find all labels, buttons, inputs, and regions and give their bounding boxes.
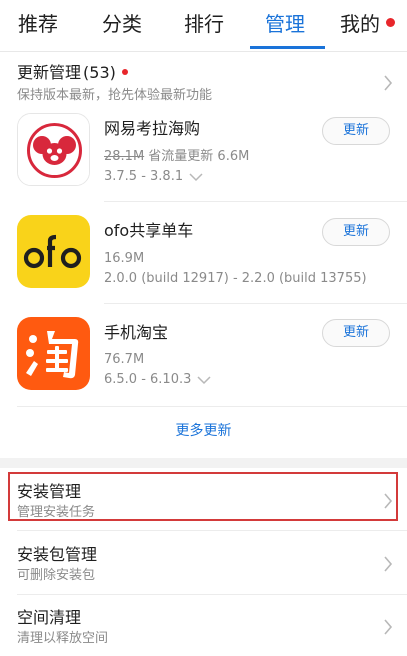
tab-ranking[interactable]: 排行: [184, 8, 224, 40]
update-button[interactable]: 更新: [322, 319, 390, 347]
row-divider: [104, 303, 407, 304]
update-count: (53): [83, 63, 116, 82]
tabbar-divider: [0, 51, 407, 52]
tab-category[interactable]: 分类: [102, 8, 142, 40]
highlight-box: [8, 472, 398, 521]
tab-recommend[interactable]: 推荐: [18, 8, 58, 40]
update-management-label: 更新管理: [17, 63, 82, 82]
package-management-title: 安装包管理: [17, 545, 98, 564]
space-cleanup-title: 空间清理: [17, 608, 82, 627]
chevron-down-icon: [189, 172, 203, 182]
chevron-right-icon: [383, 619, 393, 635]
koala-icon: [17, 113, 90, 186]
app-version[interactable]: 6.5.0 - 6.10.3: [104, 371, 211, 389]
app-size-old: 28.1M: [104, 149, 145, 164]
app-name: ofo共享单车: [104, 221, 194, 240]
ofo-icon: [17, 215, 90, 288]
taobao-icon: [17, 317, 90, 390]
section-gap: [0, 458, 407, 468]
top-tab-bar: 推荐 分类 排行 管理 我的: [0, 0, 407, 52]
space-cleanup-item[interactable]: 空间清理 清理以释放空间: [0, 598, 407, 656]
update-button[interactable]: 更新: [322, 218, 390, 246]
active-tab-indicator: [250, 46, 325, 49]
app-version-text: 3.7.5 - 3.8.1: [104, 169, 184, 184]
update-badge-dot: [122, 69, 128, 75]
space-cleanup-subtitle: 清理以释放空间: [17, 631, 109, 646]
tab-manage[interactable]: 管理: [265, 8, 305, 40]
app-size: 28.1M 省流量更新 6.6M: [104, 148, 249, 166]
tab-mine[interactable]: 我的: [340, 8, 380, 40]
app-name: 手机淘宝: [104, 323, 169, 342]
list-divider: [17, 530, 407, 531]
row-divider: [104, 201, 407, 202]
chevron-right-icon: [383, 556, 393, 572]
more-updates-link[interactable]: 更多更新: [0, 421, 407, 441]
tab-mine-badge-dot: [386, 18, 395, 27]
app-size-delta: 省流量更新 6.6M: [144, 149, 250, 164]
update-management-subtitle: 保持版本最新，抢先体验最新功能: [17, 88, 213, 103]
app-size: 76.7M: [104, 352, 145, 367]
app-version-text: 6.5.0 - 6.10.3: [104, 372, 192, 387]
update-button[interactable]: 更新: [322, 117, 390, 145]
row-divider: [17, 406, 407, 407]
app-size: 16.9M: [104, 251, 145, 266]
package-management-subtitle: 可删除安装包: [17, 568, 96, 583]
list-divider: [17, 594, 407, 595]
chevron-right-icon: [383, 75, 393, 91]
package-management-item[interactable]: 安装包管理 可删除安装包: [0, 535, 407, 593]
app-version[interactable]: 3.7.5 - 3.8.1: [104, 168, 203, 186]
update-management-title: 更新管理 (53): [17, 62, 116, 84]
app-name: 网易考拉海购: [104, 119, 201, 138]
app-version[interactable]: 2.0.0 (build 12917) - 2.2.0 (build 13755…: [104, 270, 367, 288]
chevron-down-icon: [197, 375, 211, 385]
